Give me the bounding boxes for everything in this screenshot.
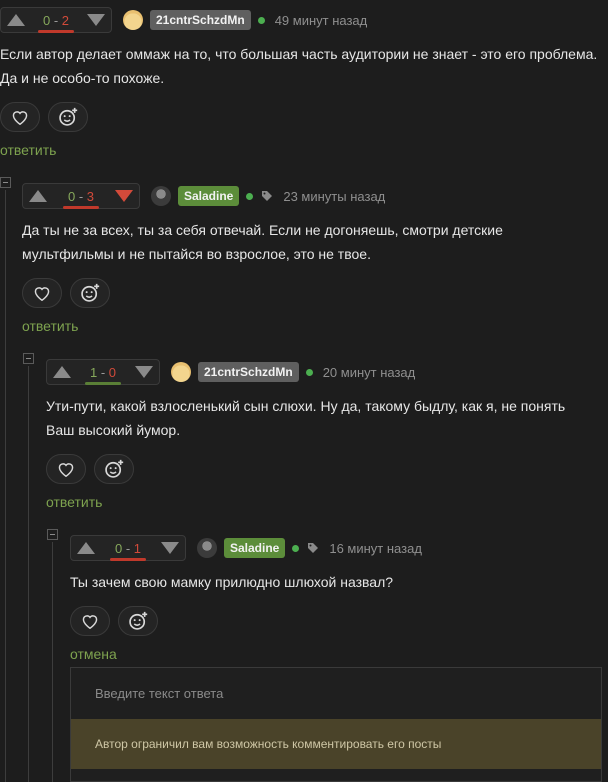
arrow-up-icon[interactable]: [77, 542, 95, 554]
react-button[interactable]: [48, 102, 88, 132]
username-badge[interactable]: 21cntrSchzdMn: [150, 10, 251, 30]
like-button[interactable]: [22, 278, 62, 308]
tag-icon: [307, 542, 319, 554]
reply-link[interactable]: ответить: [0, 142, 56, 158]
arrow-down-icon[interactable]: [161, 542, 179, 554]
online-indicator: [246, 192, 254, 200]
heart-icon: [82, 615, 98, 629]
heart-icon: [34, 287, 50, 301]
score: 1 - 0: [83, 365, 123, 385]
collapse-icon[interactable]: [23, 353, 34, 364]
collapse-icon[interactable]: [47, 529, 58, 540]
score: 0 - 3: [61, 189, 101, 209]
arrow-up-icon[interactable]: [29, 190, 47, 202]
cancel-link[interactable]: отмена: [70, 646, 117, 662]
avatar[interactable]: [171, 362, 191, 382]
vote-widget: 1 - 0: [46, 359, 160, 385]
react-button[interactable]: [118, 606, 158, 636]
comment-text: Если автор делает оммаж на то, что больш…: [0, 46, 598, 86]
collapse-icon[interactable]: [0, 177, 11, 188]
comment-header: 0 - 3 Saladine 23 минуты назад: [22, 182, 385, 210]
like-button[interactable]: [0, 102, 40, 132]
comment-time[interactable]: 49 минут назад: [275, 13, 368, 28]
comment-time[interactable]: 16 минут назад: [329, 541, 422, 556]
comment-actions: [22, 278, 110, 308]
emoji-plus-icon: [129, 611, 148, 630]
avatar[interactable]: [123, 10, 143, 30]
heart-icon: [12, 111, 28, 125]
reply-input[interactable]: [71, 668, 601, 718]
comment-text: Ты зачем свою мамку прилюдно шлюхой назв…: [70, 574, 394, 590]
online-indicator: [257, 16, 265, 24]
restriction-notice: Автор ограничил вам возможность комменти…: [71, 719, 601, 769]
tag-icon: [261, 190, 273, 202]
reply-link[interactable]: ответить: [22, 318, 78, 334]
avatar[interactable]: [197, 538, 217, 558]
comment-header: 1 - 0 21cntrSchzdMn 20 минут назад: [46, 358, 415, 386]
reply-link[interactable]: ответить: [46, 494, 102, 510]
vote-widget: 0 - 2: [0, 7, 112, 33]
thread-line: [52, 542, 53, 782]
like-button[interactable]: [70, 606, 110, 636]
username-badge[interactable]: Saladine: [224, 538, 286, 558]
emoji-plus-icon: [105, 459, 124, 478]
vote-widget: 0 - 3: [22, 183, 140, 209]
emoji-plus-icon: [59, 107, 78, 126]
arrow-down-icon[interactable]: [135, 366, 153, 378]
comment-actions: [46, 454, 134, 484]
emoji-plus-icon: [81, 283, 100, 302]
comment-text: Ути-пути, какой взлосленький сын слюхи. …: [46, 398, 566, 438]
comment-actions: [0, 102, 88, 132]
username-badge[interactable]: 21cntrSchzdMn: [198, 362, 299, 382]
vote-widget: 0 - 1: [70, 535, 186, 561]
avatar[interactable]: [151, 186, 171, 206]
score: 0 - 1: [108, 541, 148, 561]
arrow-down-icon[interactable]: [115, 190, 133, 202]
online-indicator: [292, 544, 300, 552]
online-indicator: [305, 368, 313, 376]
score: 0 - 2: [36, 13, 76, 33]
arrow-up-icon[interactable]: [53, 366, 71, 378]
thread-line: [28, 366, 29, 782]
heart-icon: [58, 463, 74, 477]
react-button[interactable]: [70, 278, 110, 308]
arrow-up-icon[interactable]: [7, 14, 25, 26]
comment-actions: [70, 606, 158, 636]
reply-box: Автор ограничил вам возможность комменти…: [70, 667, 602, 782]
comment-text: Да ты не за всех, ты за себя отвечай. Ес…: [22, 222, 503, 262]
comment-header: 0 - 1 Saladine 16 минут назад: [70, 534, 422, 562]
like-button[interactable]: [46, 454, 86, 484]
thread-line: [5, 190, 6, 782]
comment-time[interactable]: 20 минут назад: [323, 365, 416, 380]
username-badge[interactable]: Saladine: [178, 186, 240, 206]
arrow-down-icon[interactable]: [87, 14, 105, 26]
comment-time[interactable]: 23 минуты назад: [283, 189, 385, 204]
comment-header: 0 - 2 21cntrSchzdMn 49 минут назад: [0, 6, 367, 34]
react-button[interactable]: [94, 454, 134, 484]
